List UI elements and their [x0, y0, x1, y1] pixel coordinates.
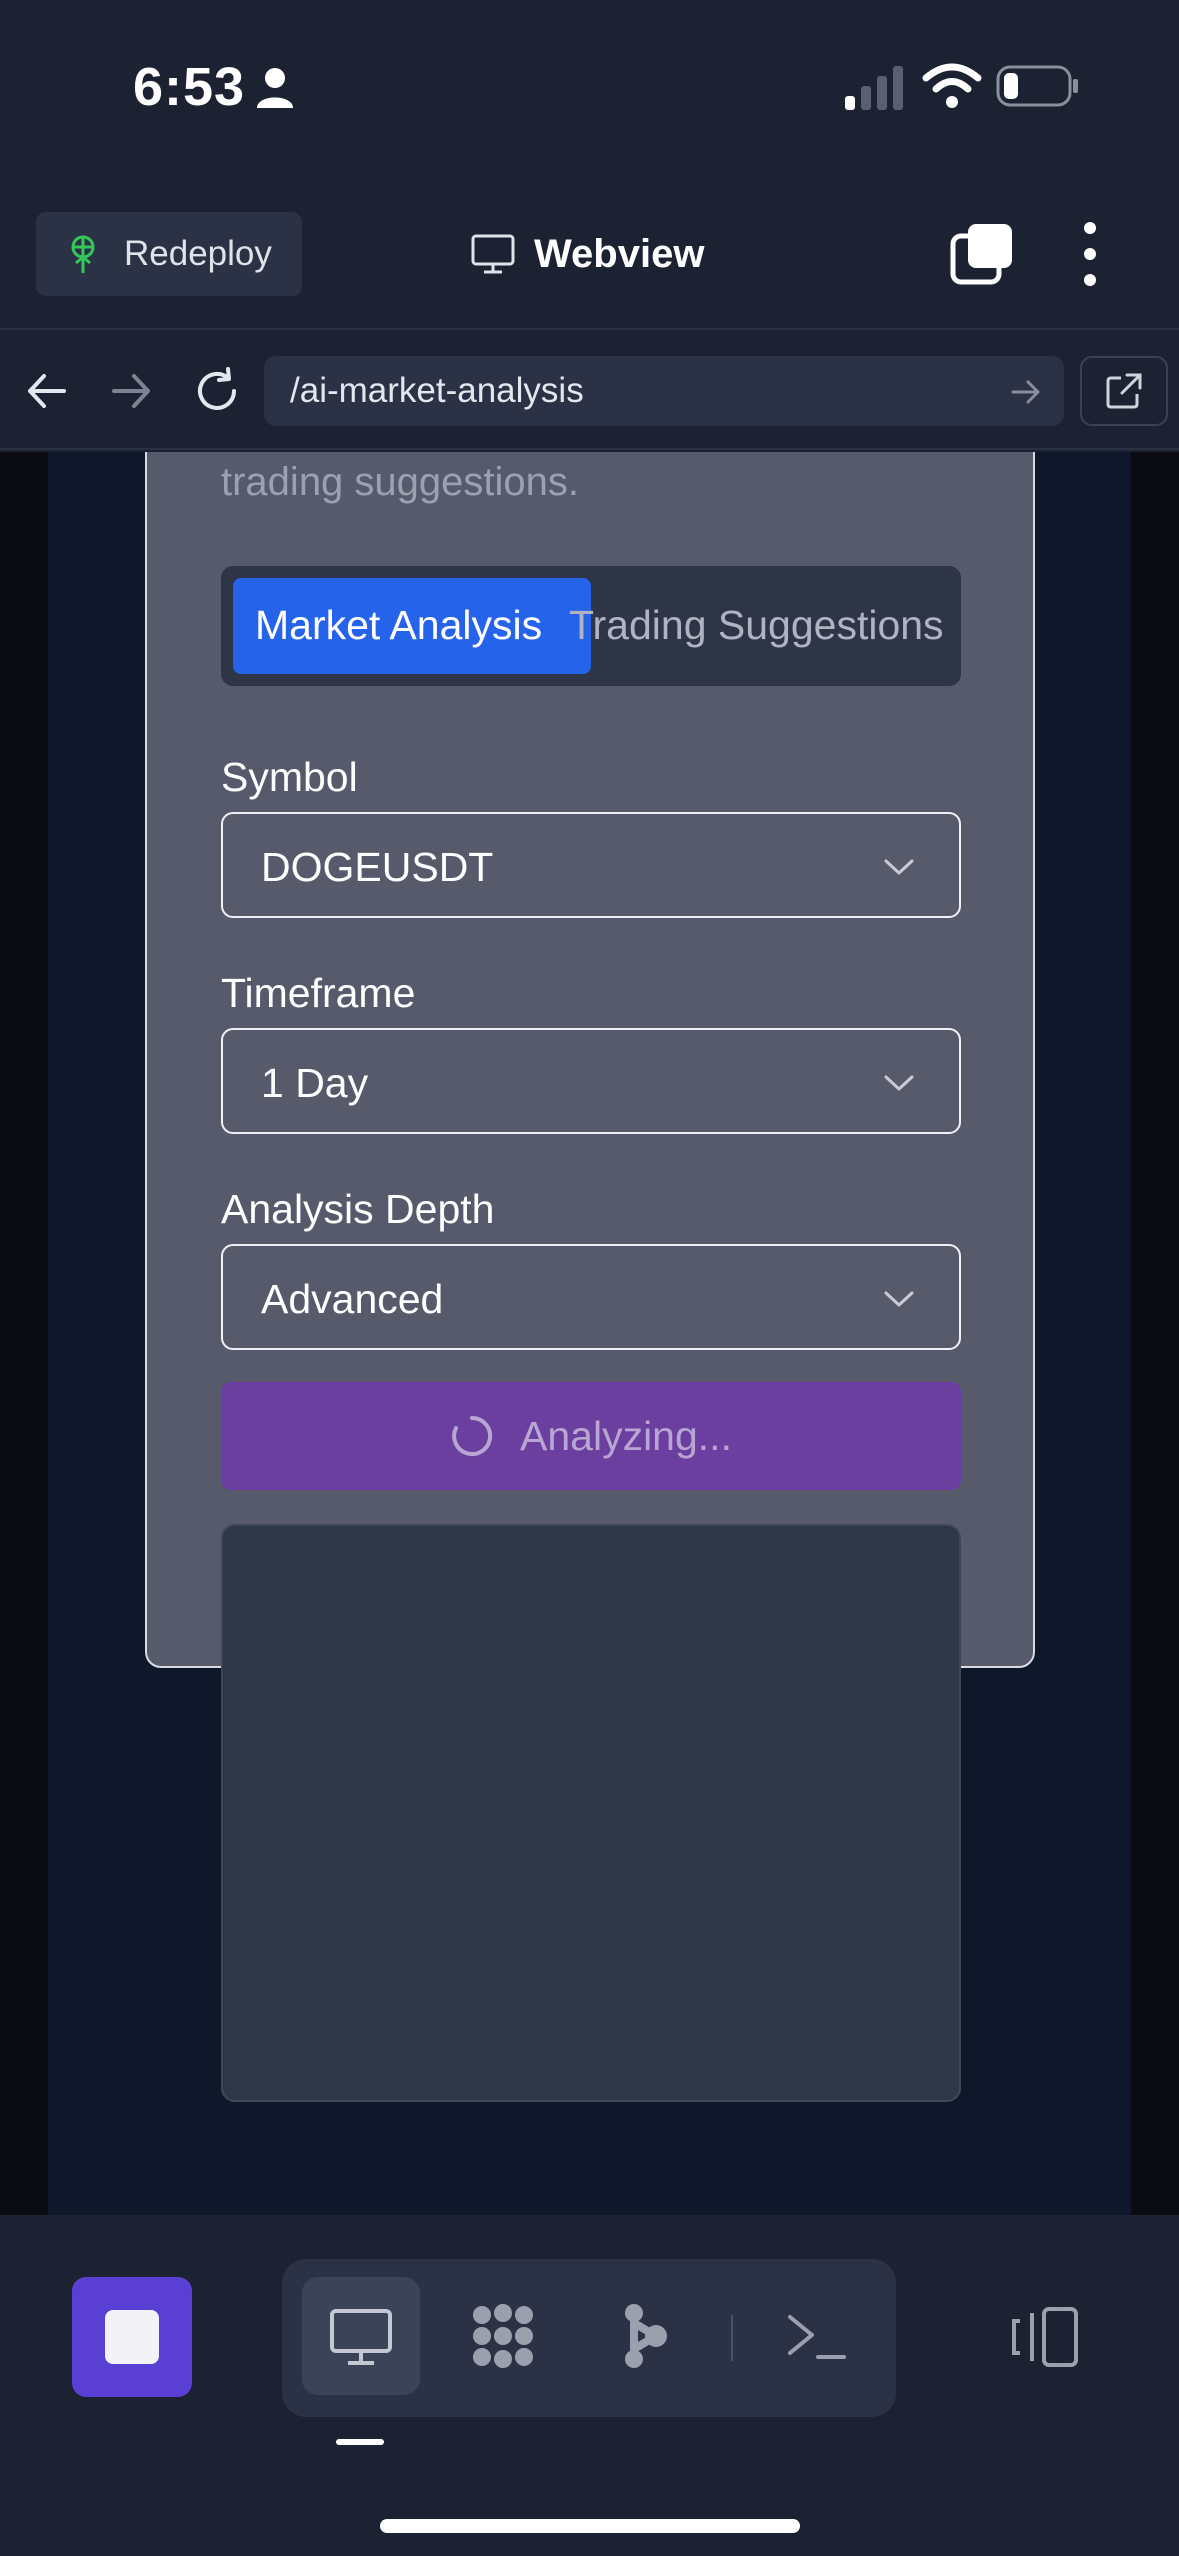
home-indicator[interactable] — [380, 2519, 800, 2533]
app-screen: 6:53 Redeploy Webview /ai-market-analysi… — [0, 0, 1179, 2556]
wifi-icon — [922, 63, 982, 108]
tool-switcher — [282, 2259, 896, 2417]
analysis-depth-select[interactable]: Advanced — [221, 1244, 961, 1350]
analysis-depth-label: Analysis Depth — [221, 1186, 495, 1232]
symbol-value: DOGEUSDT — [261, 844, 494, 890]
url-text: /ai-market-analysis — [290, 371, 584, 410]
spinner-icon — [452, 1415, 493, 1456]
analyze-button-label: Analyzing... — [520, 1412, 732, 1459]
tool-packages[interactable] — [444, 2277, 562, 2395]
analyze-button[interactable]: Analyzing... — [221, 1382, 961, 1490]
timeframe-label: Timeframe — [221, 970, 416, 1016]
tab-market-analysis-label[interactable]: Market Analysis — [255, 602, 542, 649]
stop-icon — [105, 2310, 159, 2364]
analysis-card: trading suggestions. Market Analysis Tra… — [145, 452, 1035, 2102]
app-header: Redeploy Webview — [0, 180, 1179, 330]
timeframe-select[interactable]: 1 Day — [221, 1028, 961, 1134]
forward-icon[interactable] — [108, 368, 154, 414]
terminal-icon — [788, 2315, 846, 2359]
person-icon — [257, 68, 293, 108]
status-bar: 6:53 — [0, 0, 1179, 180]
tool-webview[interactable] — [302, 2277, 420, 2395]
monitor-icon — [471, 234, 515, 274]
analysis-depth-value: Advanced — [261, 1276, 444, 1322]
chevron-down-icon — [884, 1291, 914, 1307]
card-description: trading suggestions. — [221, 460, 580, 504]
tool-graph[interactable] — [586, 2277, 704, 2395]
dots-cluster-icon — [473, 2304, 533, 2368]
redeploy-label: Redeploy — [124, 234, 272, 273]
active-tool-indicator — [336, 2439, 384, 2445]
tab-trading-suggestions[interactable]: Trading Suggestions — [569, 602, 944, 649]
arrow-right-icon[interactable] — [1010, 376, 1042, 408]
webview-content: trading suggestions. Market Analysis Tra… — [0, 452, 1179, 2215]
url-input[interactable]: /ai-market-analysis — [264, 356, 1064, 426]
analysis-result-panel — [221, 1524, 961, 2102]
chevron-down-icon — [884, 859, 914, 875]
sprout-icon — [71, 235, 95, 273]
reload-icon[interactable] — [192, 366, 242, 416]
signal-icon — [845, 66, 903, 110]
status-time: 6:53 — [133, 57, 246, 117]
browser-bar: /ai-market-analysis — [0, 332, 1179, 450]
battery-icon — [996, 65, 1078, 107]
symbol-label: Symbol — [221, 754, 358, 800]
mode-tabs: Market Analysis Trading Suggestions — [221, 566, 961, 686]
redeploy-button[interactable]: Redeploy — [36, 212, 302, 296]
symbol-select[interactable]: DOGEUSDT — [221, 812, 961, 918]
more-icon[interactable] — [1070, 220, 1110, 288]
webview-title: Webview — [470, 226, 704, 282]
graph-nodes-icon — [625, 2304, 667, 2368]
open-external-button[interactable] — [1080, 356, 1168, 426]
monitor-icon — [330, 2309, 392, 2365]
timeframe-value: 1 Day — [261, 1060, 369, 1106]
bottom-toolbar — [0, 2215, 1179, 2556]
webview-title-text: Webview — [534, 231, 705, 276]
back-icon[interactable] — [24, 368, 70, 414]
tabs-icon[interactable] — [950, 222, 1014, 286]
toolbar-divider — [731, 2315, 733, 2361]
panels-icon[interactable] — [1010, 2305, 1082, 2369]
chevron-down-icon — [884, 1075, 914, 1091]
external-link-icon — [1106, 373, 1142, 409]
stop-button[interactable] — [72, 2277, 192, 2397]
tool-terminal[interactable] — [758, 2277, 876, 2395]
